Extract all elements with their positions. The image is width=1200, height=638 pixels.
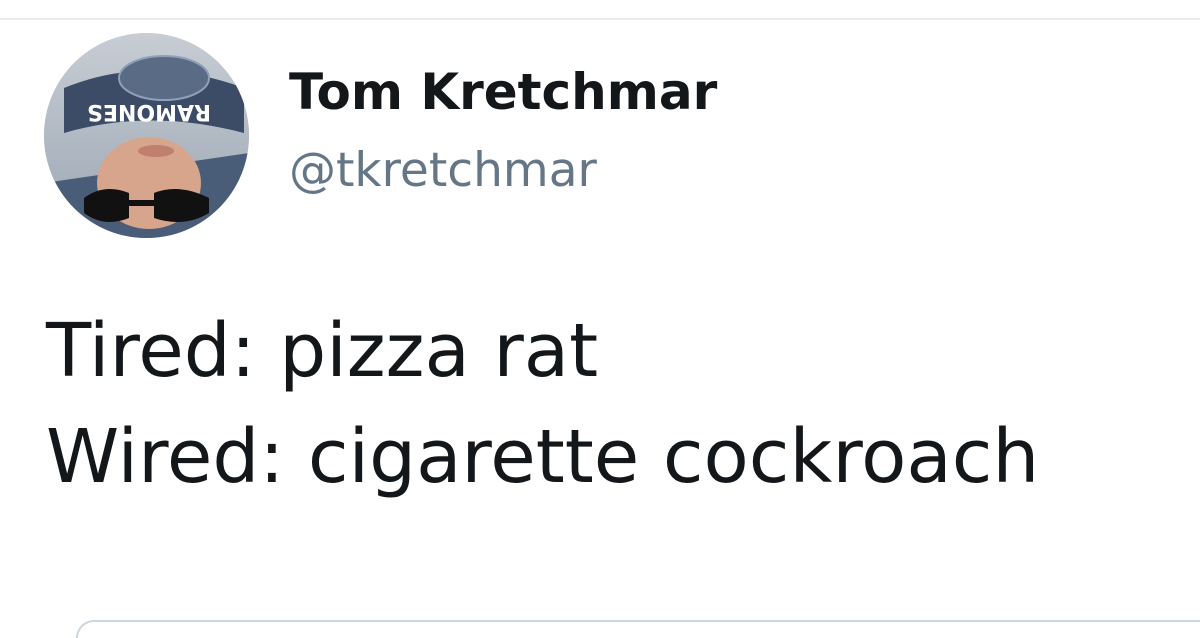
avatar-cap-text: RAMONES (87, 99, 211, 124)
top-divider (0, 18, 1200, 20)
avatar[interactable]: RAMONES (44, 33, 249, 238)
tweet-line: Tired: pizza rat (46, 308, 599, 394)
author-handle[interactable]: @tkretchmar (289, 142, 597, 200)
author-display-name[interactable]: Tom Kretchmar (289, 62, 717, 122)
tweet-line: Wired: cigarette cockroach (46, 414, 1040, 500)
embedded-card[interactable] (76, 620, 1200, 638)
tweet-text: Tired: pizza rat Wired: cigarette cockro… (46, 298, 1039, 510)
avatar-photo-icon: RAMONES (44, 33, 249, 238)
